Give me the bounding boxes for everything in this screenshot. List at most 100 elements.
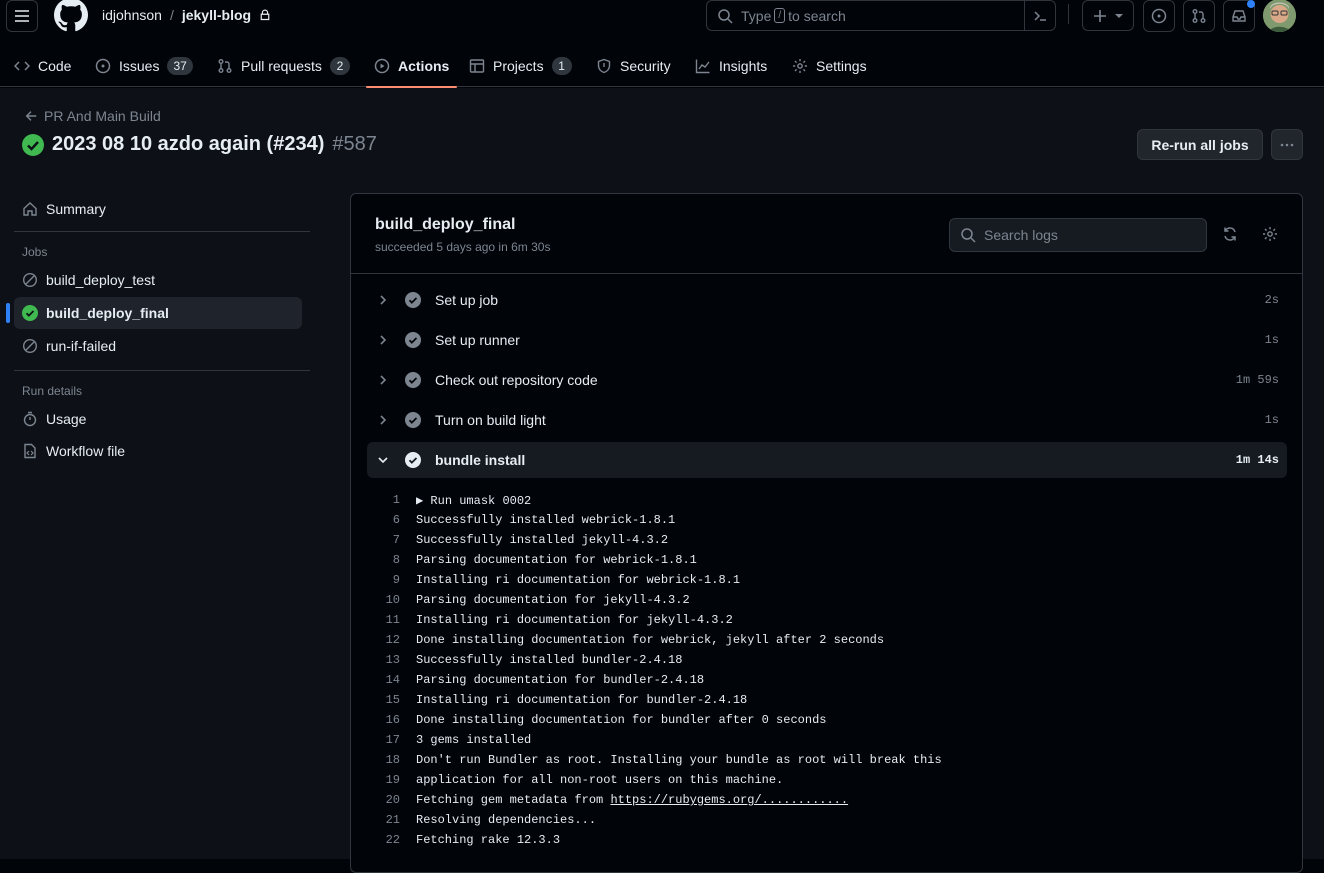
step-row[interactable]: Set up job 2s [367, 282, 1287, 318]
log-line-number[interactable]: 17 [367, 733, 416, 747]
tab-security[interactable]: Security [596, 44, 671, 87]
chevron-down-icon [378, 457, 388, 464]
tab-insights[interactable]: Insights [695, 44, 767, 87]
run-details-heading: Run details [22, 384, 83, 398]
log-line: 10 Parsing documentation for jekyll-4.3.2 [367, 590, 1287, 610]
git-pull-request-icon [218, 58, 232, 73]
log-line-number[interactable]: 14 [367, 673, 416, 687]
log-line-number[interactable]: 7 [367, 533, 416, 547]
pull-requests-button[interactable] [1183, 0, 1215, 32]
log-line-number[interactable]: 11 [367, 613, 416, 627]
global-search[interactable]: Type / to search [706, 0, 1056, 31]
log-line-number[interactable]: 6 [367, 513, 416, 527]
log-output: 1 ▶ Run umask 0002 6 Successfully installed… [367, 490, 1287, 850]
log-line-number[interactable]: 18 [367, 753, 416, 767]
sidebar-item-label: Workflow file [46, 443, 126, 459]
lock-icon [260, 9, 270, 21]
tab-label: Issues [119, 57, 160, 74]
step-row[interactable]: Check out repository code 1m 59s [367, 362, 1287, 398]
tab-actions[interactable]: Actions [366, 44, 458, 88]
avatar[interactable] [1263, 0, 1296, 32]
chevron-right-icon [380, 375, 387, 385]
tab-pull-requests[interactable]: Pull requests 2 [217, 44, 350, 87]
code-icon [14, 60, 30, 71]
sync-icon [1224, 227, 1236, 241]
step-row-expanded[interactable]: bundle install 1m 14s [367, 442, 1287, 478]
divider [14, 370, 310, 371]
owner-link[interactable]: idjohnson [102, 7, 162, 23]
tab-issues[interactable]: Issues 37 [95, 44, 193, 87]
step-label: Turn on build light [435, 412, 546, 428]
log-line-text: application for all non-root users on th… [416, 773, 784, 787]
workflow-name: PR And Main Build [44, 108, 161, 124]
sidebar-item-summary[interactable]: Summary [14, 193, 302, 225]
chevron-right-icon [380, 415, 387, 425]
step-row[interactable]: Turn on build light 1s [367, 402, 1287, 438]
log-line-text: Fetching gem metadata from https://rubyg… [416, 793, 849, 807]
command-palette-button[interactable] [1024, 1, 1055, 30]
tab-settings[interactable]: Settings [792, 44, 867, 87]
check-circle-fill-icon [405, 452, 421, 468]
log-line-number[interactable]: 21 [367, 813, 416, 827]
log-line-number[interactable]: 10 [367, 593, 416, 607]
play-icon [374, 58, 390, 73]
tab-code[interactable]: Code [14, 44, 71, 87]
log-line: 16 Done installing documentation for bund… [367, 710, 1287, 730]
sidebar-item-job[interactable]: build_deploy_final [6, 297, 302, 329]
search-logs-field[interactable] [949, 218, 1207, 252]
check-circle-fill-icon [405, 412, 421, 428]
sidebar-item-workflow-file[interactable]: Workflow file [14, 435, 302, 467]
step-row[interactable]: Set up runner 1s [367, 322, 1287, 358]
step-duration: 1m 14s [1235, 453, 1279, 467]
refresh-button[interactable] [1222, 226, 1238, 242]
log-line-text: Done installing documentation for bundle… [416, 713, 827, 727]
search-logs-input[interactable] [984, 227, 1184, 243]
log-line: 9 Installing ri documentation for webrick… [367, 570, 1287, 590]
sidebar-item-usage[interactable]: Usage [14, 403, 302, 435]
log-line-text: Parsing documentation for webrick-1.8.1 [416, 553, 697, 567]
issues-button[interactable] [1143, 0, 1175, 32]
pull-requests-counter: 2 [329, 56, 350, 75]
log-link[interactable]: https://rubygems.org/............ [610, 793, 848, 807]
back-to-workflow-link[interactable]: PR And Main Build [24, 108, 161, 124]
run-sidebar: Summary Jobs build_deploy_test build_dep… [6, 193, 310, 467]
log-line-text: Successfully installed webrick-1.8.1 [416, 513, 676, 527]
log-line-number[interactable]: 22 [367, 833, 416, 847]
sidebar-item-job[interactable]: run-if-failed [14, 330, 302, 362]
rerun-all-jobs-button[interactable]: Re-run all jobs [1137, 129, 1263, 160]
home-icon [23, 202, 37, 216]
skip-icon [22, 338, 38, 354]
tab-projects[interactable]: Projects 1 [469, 44, 572, 87]
chevron-right-icon [380, 295, 387, 305]
tab-label: Insights [719, 57, 768, 74]
search-icon [961, 228, 976, 243]
sidebar-item-job[interactable]: build_deploy_test [14, 264, 302, 296]
log-settings-button[interactable] [1262, 226, 1278, 242]
github-logo-icon[interactable] [54, 0, 88, 32]
log-line-number[interactable]: 15 [367, 693, 416, 707]
chevron-right-icon [380, 335, 387, 345]
log-line-number[interactable]: 19 [367, 773, 416, 787]
kebab-horizontal-icon [1280, 143, 1294, 146]
check-circle-fill-icon [22, 133, 44, 156]
menu-button[interactable] [6, 0, 38, 32]
more-options-button[interactable] [1271, 129, 1303, 160]
log-line-number[interactable]: 9 [367, 573, 416, 587]
create-new-button[interactable] [1082, 0, 1134, 31]
step-label: bundle install [435, 452, 526, 468]
log-line-number[interactable]: 8 [367, 553, 416, 567]
log-line-text: Fetching rake 12.3.3 [416, 833, 561, 847]
log-line: 18 Don't run Bundler as root. Installing … [367, 750, 1287, 770]
repo-link[interactable]: jekyll-blog [182, 7, 251, 23]
log-line-number[interactable]: 16 [367, 713, 416, 727]
run-title: 2023 08 10 azdo again (#234) [52, 133, 325, 155]
tab-label: Projects [493, 57, 544, 74]
shield-icon [597, 58, 611, 73]
log-line-number[interactable]: 13 [367, 653, 416, 667]
table-icon [469, 58, 485, 73]
log-line-number[interactable]: 1 [367, 493, 416, 507]
log-line-number[interactable]: 20 [367, 793, 416, 807]
log-line-number[interactable]: 12 [367, 633, 416, 647]
log-line-text: Successfully installed jekyll-4.3.2 [416, 533, 669, 547]
log-line: 15 Installing ri documentation for bundle… [367, 690, 1287, 710]
